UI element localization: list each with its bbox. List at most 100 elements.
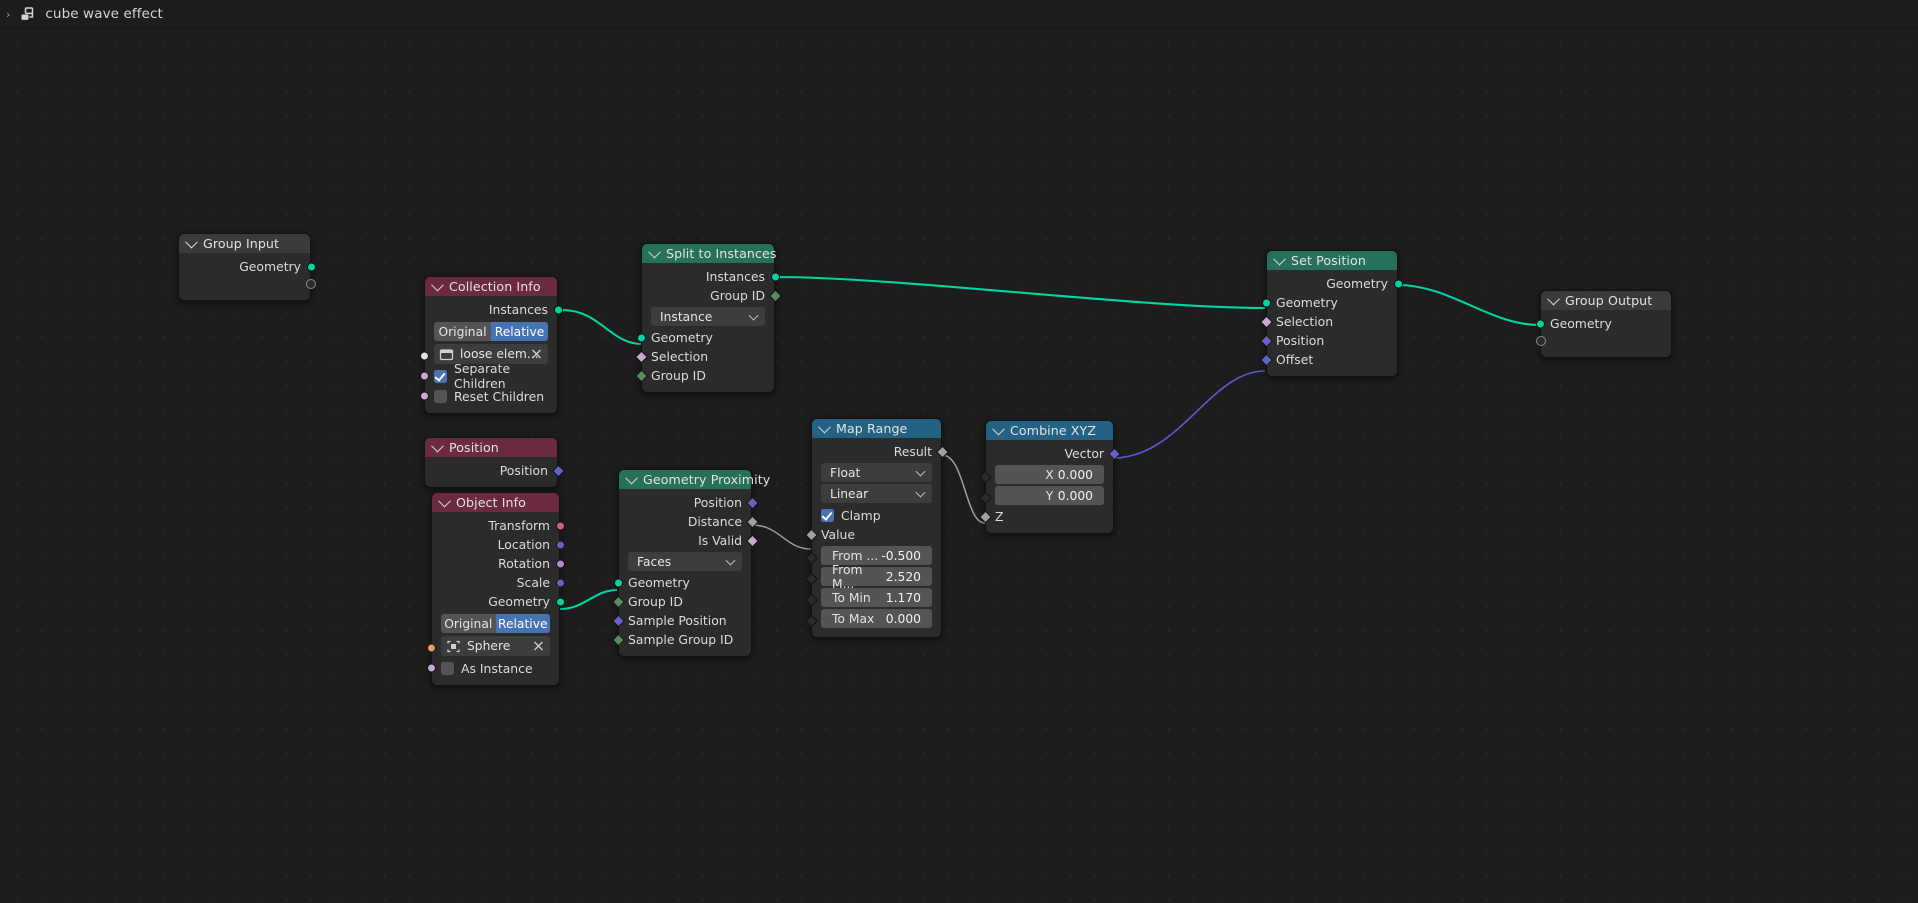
node-set-position[interactable]: Set Position Geometry Geometry Selection… bbox=[1259, 250, 1403, 377]
socket-row-isvalid-out[interactable]: Is Valid bbox=[619, 531, 759, 550]
node-header-map-range[interactable]: Map Range bbox=[812, 419, 941, 438]
transform-space-relative[interactable]: Relative bbox=[495, 614, 550, 633]
as-instance-row[interactable]: As Instance bbox=[426, 658, 559, 678]
socket-row-vector-out[interactable]: Vector bbox=[986, 444, 1121, 463]
socket-row-position-out[interactable]: Position bbox=[619, 493, 759, 512]
socket-row-geometry-in[interactable]: Geometry bbox=[1535, 314, 1671, 333]
socket-geometry-input[interactable] bbox=[613, 578, 623, 587]
socket-object-input[interactable] bbox=[426, 643, 436, 653]
socket-collection-input[interactable] bbox=[419, 351, 429, 361]
socket-row-virtual-out[interactable] bbox=[179, 276, 316, 293]
node-geometry-proximity[interactable]: Geometry Proximity Position Distance Is … bbox=[611, 469, 770, 657]
virtual-socket-input[interactable] bbox=[1535, 336, 1546, 346]
node-map-range[interactable]: Map Range Result Float Linear Clamp Valu… bbox=[804, 418, 949, 638]
to-max-field[interactable]: To Max 0.000 bbox=[821, 609, 932, 628]
clear-collection-icon[interactable] bbox=[531, 349, 542, 360]
socket-row-geometry-in[interactable]: Geometry bbox=[1261, 293, 1397, 312]
collapse-caret-icon[interactable] bbox=[431, 278, 444, 292]
data-type-dropdown[interactable]: Float bbox=[821, 463, 932, 482]
y-field[interactable]: Y 0.000 bbox=[995, 486, 1104, 505]
socket-geometry-input[interactable] bbox=[1535, 319, 1545, 328]
socket-row-geometry-out[interactable]: Geometry bbox=[1267, 274, 1403, 293]
node-header-set-position[interactable]: Set Position bbox=[1267, 251, 1397, 270]
collapse-caret-icon[interactable] bbox=[992, 422, 1005, 436]
socket-row-rotation-out[interactable]: Rotation bbox=[432, 554, 565, 573]
separate-children-checkbox[interactable] bbox=[434, 369, 447, 383]
socket-transform-output[interactable] bbox=[555, 521, 565, 530]
transform-space-relative[interactable]: Relative bbox=[491, 322, 548, 341]
reset-children-checkbox[interactable] bbox=[434, 389, 447, 403]
node-object-info[interactable]: Object Info Transform Location Rotation … bbox=[426, 492, 565, 686]
socket-scale-output[interactable] bbox=[555, 578, 565, 587]
socket-row-instances-out[interactable]: Instances bbox=[642, 267, 780, 286]
node-header-group-input[interactable]: Group Input bbox=[179, 234, 310, 253]
socket-as-instance-input[interactable] bbox=[426, 663, 436, 673]
socket-row-position-out[interactable]: Position bbox=[425, 461, 565, 480]
transform-space-original[interactable]: Original bbox=[434, 322, 491, 341]
node-group-input[interactable]: Group Input Geometry bbox=[178, 233, 316, 301]
socket-row-virtual-in[interactable] bbox=[1535, 333, 1671, 350]
socket-row-sampleposition-in[interactable]: Sample Position bbox=[611, 611, 751, 630]
socket-separate-children-input[interactable] bbox=[419, 371, 429, 381]
socket-row-geometry-out[interactable]: Geometry bbox=[179, 257, 316, 276]
node-position[interactable]: Position Position bbox=[424, 437, 565, 488]
socket-reset-children-input[interactable] bbox=[419, 391, 429, 401]
socket-row-result-out[interactable]: Result bbox=[812, 442, 949, 461]
socket-row-location-out[interactable]: Location bbox=[432, 535, 565, 554]
socket-row-selection-in[interactable]: Selection bbox=[1259, 312, 1397, 331]
socket-row-distance-out[interactable]: Distance bbox=[619, 512, 759, 531]
socket-row-groupid-in[interactable]: Group ID bbox=[611, 592, 751, 611]
interpolation-dropdown[interactable]: Linear bbox=[821, 484, 932, 503]
as-instance-checkbox[interactable] bbox=[441, 661, 454, 675]
collapse-caret-icon[interactable] bbox=[818, 420, 831, 434]
from-max-field[interactable]: From M... 2.520 bbox=[821, 563, 932, 591]
node-header-object-info[interactable]: Object Info bbox=[432, 493, 559, 512]
domain-dropdown[interactable]: Instance bbox=[651, 307, 765, 326]
socket-row-geometry-in[interactable]: Geometry bbox=[636, 328, 774, 347]
socket-row-samplegroupid-in[interactable]: Sample Group ID bbox=[611, 630, 751, 649]
socket-rotation-output[interactable] bbox=[555, 559, 565, 568]
transform-space-toggle[interactable]: Original Relative bbox=[441, 614, 550, 633]
socket-row-instances-out[interactable]: Instances bbox=[425, 300, 563, 319]
node-header-group-output[interactable]: Group Output bbox=[1541, 291, 1671, 310]
socket-row-geometry-out[interactable]: Geometry bbox=[432, 592, 565, 611]
node-split-to-instances[interactable]: Split to Instances Instances Group ID In… bbox=[634, 243, 782, 393]
collapse-caret-icon[interactable] bbox=[438, 494, 451, 508]
socket-geometry-input[interactable] bbox=[1261, 298, 1271, 307]
virtual-socket-output[interactable] bbox=[305, 279, 316, 289]
socket-row-transform-out[interactable]: Transform bbox=[432, 516, 565, 535]
socket-row-z-in[interactable]: Z bbox=[978, 507, 1113, 526]
socket-row-scale-out[interactable]: Scale bbox=[432, 573, 565, 592]
collapse-caret-icon[interactable] bbox=[625, 471, 638, 485]
socket-row-offset-in[interactable]: Offset bbox=[1259, 350, 1397, 369]
socket-geometry-output[interactable] bbox=[555, 597, 565, 606]
socket-row-groupid-out[interactable]: Group ID bbox=[642, 286, 782, 305]
collapse-caret-icon[interactable] bbox=[1273, 252, 1286, 266]
socket-geometry-output[interactable] bbox=[1393, 279, 1403, 288]
clamp-checkbox[interactable] bbox=[821, 508, 834, 522]
node-editor-canvas[interactable]: › cube wave effect Group Input Geometry … bbox=[0, 0, 1918, 903]
x-field[interactable]: X 0.000 bbox=[995, 465, 1104, 484]
socket-location-output[interactable] bbox=[555, 540, 565, 549]
transform-space-original[interactable]: Original bbox=[441, 614, 496, 633]
collapse-caret-icon[interactable] bbox=[431, 439, 444, 453]
node-header-position[interactable]: Position bbox=[425, 438, 557, 457]
socket-row-position-in[interactable]: Position bbox=[1259, 331, 1397, 350]
target-element-dropdown[interactable]: Faces bbox=[628, 552, 742, 571]
collapse-caret-icon[interactable] bbox=[648, 245, 661, 259]
node-header-geometry-proximity[interactable]: Geometry Proximity bbox=[619, 470, 770, 489]
reset-children-row[interactable]: Reset Children bbox=[419, 386, 557, 406]
node-header-combine-xyz[interactable]: Combine XYZ bbox=[986, 421, 1113, 440]
transform-space-toggle[interactable]: Original Relative bbox=[434, 322, 548, 341]
node-collection-info[interactable]: Collection Info Instances Original Relat… bbox=[419, 276, 563, 414]
collapse-caret-icon[interactable] bbox=[1547, 292, 1560, 306]
socket-instances-output[interactable] bbox=[770, 272, 780, 281]
node-group-output[interactable]: Group Output Geometry bbox=[1535, 290, 1672, 358]
node-header-split-to-instances[interactable]: Split to Instances bbox=[642, 244, 776, 263]
socket-row-selection-in[interactable]: Selection bbox=[634, 347, 774, 366]
socket-row-groupid-in[interactable]: Group ID bbox=[634, 366, 774, 385]
socket-geometry-input[interactable] bbox=[636, 333, 646, 342]
socket-row-value-in[interactable]: Value bbox=[804, 525, 941, 544]
clamp-row[interactable]: Clamp bbox=[812, 505, 941, 525]
separate-children-row[interactable]: Separate Children bbox=[419, 361, 557, 391]
